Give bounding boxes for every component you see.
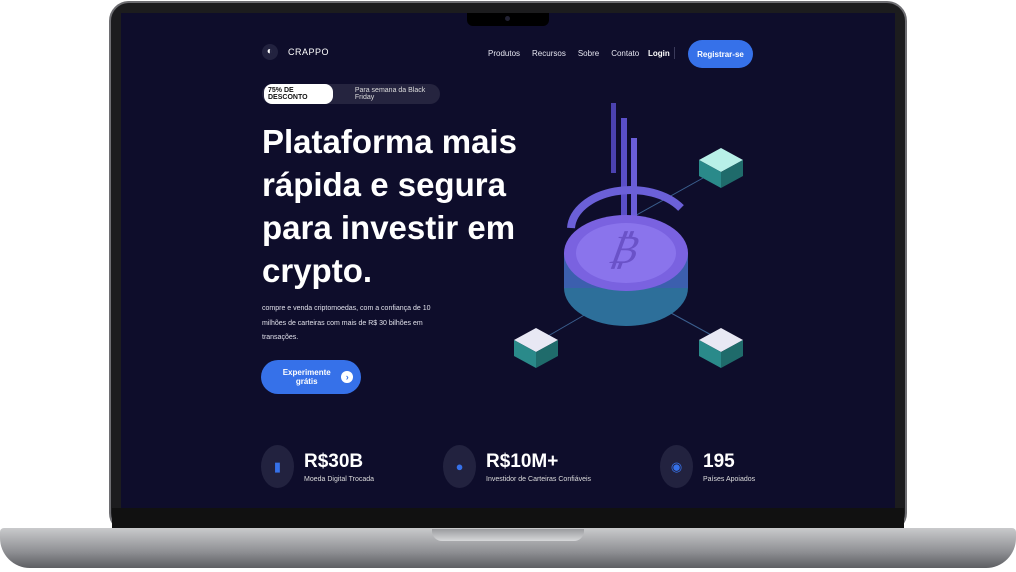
promo-banner[interactable]: 75% DE DESCONTO Para semana da Black Frid… <box>262 84 440 104</box>
stat-value: 195 <box>703 450 735 472</box>
nav-contato[interactable]: Contato <box>611 49 639 58</box>
user-icon: ● <box>443 445 476 488</box>
discount-badge: 75% DE DESCONTO <box>264 84 333 104</box>
bar-chart-icon: ▮ <box>261 445 294 488</box>
cube-right <box>699 328 743 368</box>
camera-notch <box>467 13 549 26</box>
nav-divider <box>674 47 675 59</box>
website-screen: ◐ CRAPPO Produtos Recursos Sobre Contato … <box>121 13 895 508</box>
register-button[interactable]: Registrar-se <box>688 40 753 68</box>
stat-label: Países Apoiados <box>703 475 756 483</box>
cube-top-right <box>699 148 743 188</box>
promo-text: Para semana da Black Friday <box>354 87 426 101</box>
try-free-button[interactable]: Experimente grátis › <box>261 360 361 394</box>
stat-label: Investidor de Carteiras Confiáveis <box>486 475 592 483</box>
hero-title: Plataforma mais rápida e segura para inv… <box>262 123 517 289</box>
stat-investors: ● R$10M+ Investidor de Carteiras Confiávei… <box>443 445 591 488</box>
brand-name: CRAPPO <box>288 47 330 57</box>
main-nav: Produtos Recursos Sobre Contato <box>488 49 639 58</box>
login-link[interactable]: Login <box>648 49 670 58</box>
globe-icon: ◉ <box>660 445 693 488</box>
stat-value: R$30B <box>304 450 364 472</box>
brand-logo[interactable]: ◐ CRAPPO <box>262 44 329 60</box>
nav-produtos[interactable]: Produtos <box>488 49 520 58</box>
nav-recursos[interactable]: Recursos <box>532 49 566 58</box>
stat-traded: ▮ R$30B Moeda Digital Trocada <box>261 445 374 488</box>
stat-value: R$10M+ <box>486 450 559 472</box>
crypto-coin-illustration: ₿ <box>514 103 743 368</box>
nav-sobre[interactable]: Sobre <box>578 49 599 58</box>
camera-icon <box>505 16 510 21</box>
hero-description: compre e venda criptomoedas, com a confi… <box>262 305 431 341</box>
chevron-right-icon: › <box>341 371 353 383</box>
stat-label: Moeda Digital Trocada <box>304 475 375 483</box>
laptop-chin <box>112 508 904 530</box>
logo-icon: ◐ <box>262 44 278 60</box>
cta-label: Experimente grátis <box>282 368 331 386</box>
laptop-opening-groove <box>432 529 584 541</box>
stat-countries: ◉ 195 Países Apoiados <box>660 445 755 488</box>
